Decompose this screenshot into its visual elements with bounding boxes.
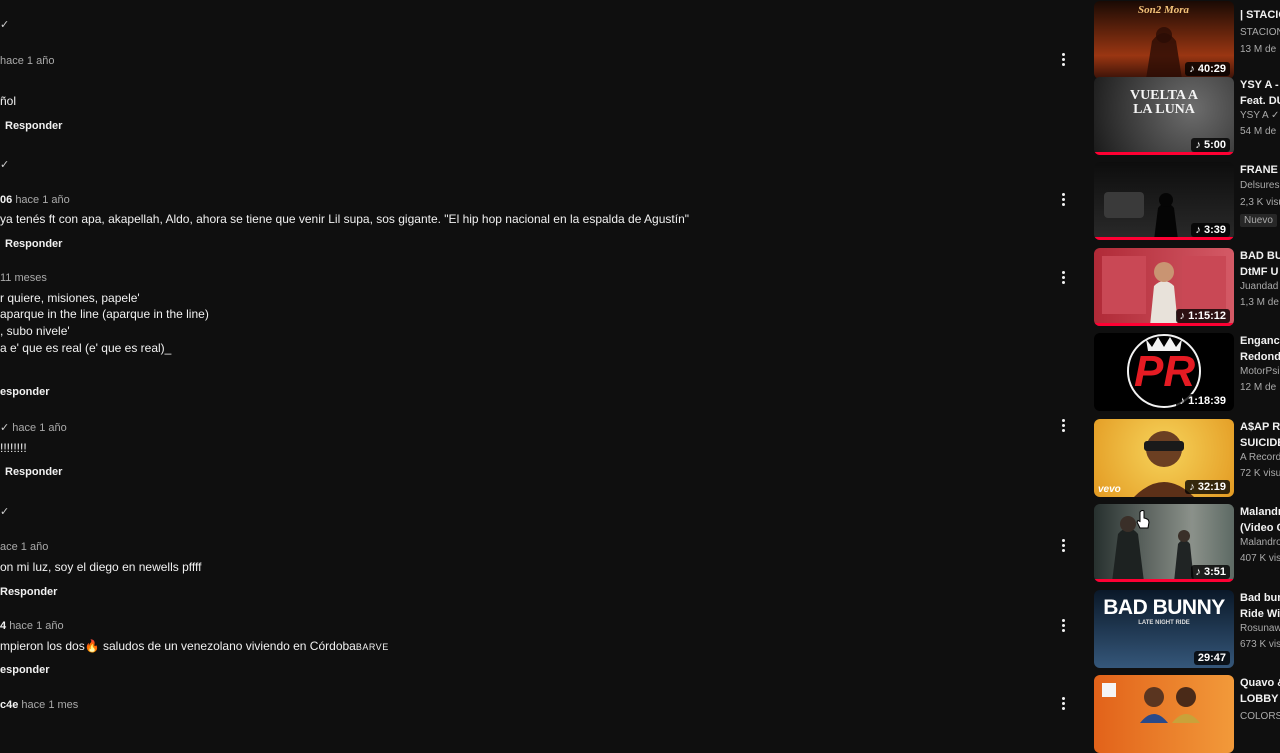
channel-name: Juandad	[1240, 281, 1279, 292]
video-title: A$AP RSUICIDE	[1240, 421, 1280, 449]
figure-silhouette-icon	[1102, 683, 1200, 723]
comment-menu-button[interactable]	[1056, 192, 1072, 208]
recommended-video[interactable]: ♪ 3:39 FRANE Delsures 2,3 K visu Nuevo	[1094, 162, 1280, 240]
channel-name: A Record	[1240, 452, 1280, 463]
reply-button[interactable]: Responder	[5, 466, 62, 478]
channel-name: MotorPsi	[1240, 366, 1280, 377]
comment-menu-button[interactable]	[1056, 418, 1072, 434]
view-count: 54 M de	[1240, 126, 1277, 137]
reply-button[interactable]: esponder	[0, 664, 50, 676]
watermark-text: BARVE	[355, 642, 389, 652]
video-title: FRANE	[1240, 164, 1278, 176]
video-title: YSY A -Feat. DU	[1240, 79, 1280, 107]
hand-pointer-icon	[1136, 510, 1150, 529]
comment-author: 06 hace 1 año	[0, 194, 70, 206]
video-duration: ♪ 1:15:12	[1175, 309, 1230, 323]
comment-menu-button[interactable]	[1056, 696, 1072, 712]
video-duration: ♪ 32:19	[1185, 480, 1230, 494]
recommended-video[interactable]: Son2 Mora ♪ 40:29 | STACIO STACION 13 M …	[1094, 1, 1280, 79]
channel-name: Malandro	[1240, 537, 1280, 548]
comment-author: 4 hace 1 año	[0, 620, 64, 632]
video-duration: ♪ 3:51	[1191, 565, 1230, 579]
reply-button[interactable]: Responder	[0, 586, 57, 598]
comment-author: c4e hace 1 mes	[0, 699, 79, 711]
reply-button[interactable]: Responder	[5, 120, 62, 132]
recommended-video[interactable]: vevo ♪ 32:19 A$AP RSUICIDE A Record 72 K…	[1094, 419, 1280, 497]
comment-author: ✓ hace 1 año	[0, 422, 67, 434]
watch-progress	[1094, 237, 1234, 240]
video-thumbnail[interactable]: VUELTA A LA LUNA ♪ 5:00	[1094, 77, 1234, 155]
thumbnail-text: PR	[1134, 347, 1196, 396]
video-thumbnail[interactable]: Son2 Mora ♪ 40:29	[1094, 1, 1234, 79]
video-thumbnail[interactable]	[1094, 675, 1234, 753]
comment-time: ace 1 año	[0, 541, 49, 553]
video-thumbnail[interactable]: vevo ♪ 32:19	[1094, 419, 1234, 497]
video-duration: 29:47	[1193, 651, 1230, 665]
video-duration: ♪ 1:18:39	[1175, 394, 1230, 408]
video-duration: ♪ 40:29	[1185, 62, 1230, 76]
recommended-video[interactable]: ♪ 1:15:12 BAD BU DtMF U Juandad 1,3 M de	[1094, 248, 1280, 326]
video-thumbnail[interactable]: BAD BUNNY LATE NIGHT RIDE 29:47	[1094, 590, 1234, 668]
comments-section: ✓ hace 1 año ñol Responder ✓ 06 hace 1 a…	[0, 0, 1085, 720]
comment-menu-button[interactable]	[1056, 538, 1072, 554]
comment-text-line: aparque in the line (aparque in the line…	[0, 307, 209, 321]
comment-text: !!!!!!!!	[0, 441, 27, 455]
vevo-logo: vevo	[1098, 484, 1121, 495]
view-count: 72 K visu	[1240, 468, 1280, 479]
thumbnail-text: BAD BUNNY	[1103, 596, 1225, 619]
video-thumbnail[interactable]: ♪ 3:39	[1094, 162, 1234, 240]
recommended-video[interactable]: PR ♪ 1:18:39 Engancl Redond MotorPsi 12 M…	[1094, 333, 1280, 411]
new-badge: Nuevo	[1240, 214, 1277, 227]
view-count: 12 M de	[1240, 382, 1277, 393]
thumbnail-text: VUELTA A LA LUNA	[1129, 88, 1199, 117]
comment-time: 11 meses	[0, 272, 47, 284]
reply-button[interactable]: esponder	[0, 386, 50, 398]
view-count: 1,3 M de	[1240, 297, 1279, 308]
recommended-video[interactable]: BAD BUNNY LATE NIGHT RIDE 29:47 Bad bun R…	[1094, 590, 1280, 668]
video-title: Quavo &LOBBY	[1240, 677, 1280, 705]
comment-text: ñol	[0, 94, 17, 108]
recommended-video[interactable]: Quavo &LOBBY COLORS	[1094, 675, 1280, 753]
video-title: Engancl Redond	[1240, 335, 1280, 363]
video-thumbnail[interactable]: ♪ 3:51	[1094, 504, 1234, 582]
channel-name: STACION	[1240, 27, 1280, 38]
reply-button[interactable]: Responder	[5, 238, 62, 250]
comment-text: ya tenés ft con apa, akapellah, Aldo, ah…	[0, 212, 689, 226]
watch-progress	[1094, 323, 1234, 326]
video-title: BAD BU DtMF U	[1240, 250, 1280, 278]
comment-menu-button[interactable]	[1056, 52, 1072, 68]
view-count: 2,3 K visu	[1240, 197, 1280, 208]
comment-text-line: a e' que es real (e' que es real)_	[0, 341, 172, 355]
thumbnail-subtext: LATE NIGHT RIDE	[1138, 620, 1190, 626]
view-count: 13 M de	[1240, 44, 1277, 55]
comment-menu-button[interactable]	[1056, 618, 1072, 634]
recommended-video[interactable]: VUELTA A LA LUNA ♪ 5:00 YSY A -Feat. DU …	[1094, 77, 1280, 155]
video-duration: ♪ 5:00	[1191, 138, 1230, 152]
channel-name: Rosunaw	[1240, 623, 1280, 634]
view-count: 407 K vis	[1240, 553, 1280, 564]
collapse-check-icon: ✓	[0, 159, 10, 171]
verified-icon: ✓	[1270, 110, 1280, 121]
video-title: | STACIO	[1240, 9, 1280, 21]
comment-time: hace 1 año	[0, 55, 55, 67]
comment-text-line: , subo nivele'	[0, 324, 70, 338]
comment-text: on mi luz, soy el diego en newells pffff	[0, 560, 202, 574]
video-title: Malandr (Video C	[1240, 506, 1280, 534]
watch-progress	[1094, 579, 1234, 582]
collapse-check-icon: ✓	[0, 19, 10, 31]
channel-name: YSY A ✓	[1240, 110, 1280, 121]
watch-progress	[1094, 152, 1234, 155]
recommended-video[interactable]: ♪ 3:51 Malandr (Video C Malandro 407 K vi…	[1094, 504, 1280, 582]
channel-name: Delsures	[1240, 180, 1280, 191]
collapse-check-icon: ✓	[0, 506, 10, 518]
channel-name: COLORS	[1240, 711, 1280, 722]
comment-menu-button[interactable]	[1056, 270, 1072, 286]
comment-text-line: r quiere, misiones, papele'	[0, 291, 140, 305]
video-thumbnail[interactable]: ♪ 1:15:12	[1094, 248, 1234, 326]
video-thumbnail[interactable]: PR ♪ 1:18:39	[1094, 333, 1234, 411]
video-duration: ♪ 3:39	[1191, 223, 1230, 237]
video-title: Bad bun Ride Wit	[1240, 592, 1280, 620]
view-count: 673 K visu	[1240, 639, 1280, 650]
comment-text: mpieron los dos🔥 saludos de un venezolan…	[0, 639, 389, 653]
